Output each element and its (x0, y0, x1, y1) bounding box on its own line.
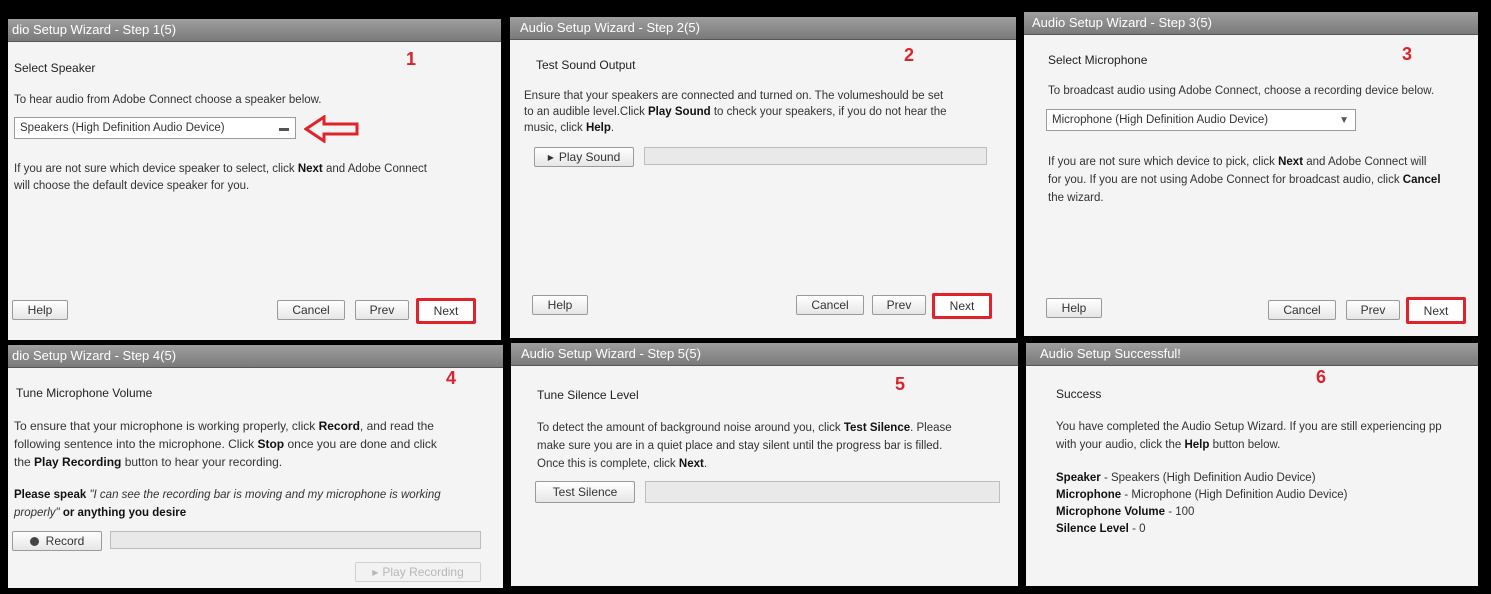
prev-button[interactable]: Prev (1346, 300, 1400, 320)
instruction-text: To broadcast audio using Adobe Connect, … (1048, 85, 1435, 97)
step-number: 5 (895, 374, 906, 394)
microphone-select[interactable]: Microphone (High Definition Audio Device… (1046, 109, 1356, 131)
prev-button[interactable]: Prev (355, 300, 409, 320)
wizard-panel-step1: dio Setup Wizard - Step 1(5) 1 Select Sp… (8, 19, 501, 340)
note-text: If you are not sure which device to pick… (1048, 156, 1441, 204)
test-silence-button[interactable]: Test Silence (535, 481, 635, 503)
speaker-select-value: Speakers (High Definition Audio Device) (20, 122, 225, 134)
next-button[interactable]: Next (416, 298, 476, 324)
silence-progress-bar (645, 481, 1000, 503)
speaker-select[interactable]: Speakers (High Definition Audio Device) … (14, 117, 296, 139)
next-button[interactable]: Next (932, 293, 992, 319)
wizard-panel-step3: Audio Setup Wizard - Step 3(5) 3 Select … (1024, 12, 1478, 336)
step-number: 6 (1316, 367, 1327, 387)
window-title: Audio Setup Wizard - Step 2(5) (510, 17, 1016, 40)
section-heading: Tune Microphone Volume (16, 386, 153, 400)
play-recording-button[interactable]: ▶ Play Recording (355, 562, 481, 582)
sound-progress-bar (644, 147, 987, 165)
chevron-down-icon: ▬ (279, 123, 289, 134)
play-icon: ▶ (547, 152, 554, 162)
chevron-down-icon: ▼ (1339, 115, 1349, 126)
instruction-text: Ensure that your speakers are connected … (524, 90, 947, 134)
prev-button[interactable]: Prev (872, 295, 926, 315)
cancel-button[interactable]: Cancel (1268, 300, 1336, 320)
instruction-text: To detect the amount of background noise… (537, 422, 952, 470)
recording-progress-bar (110, 531, 481, 549)
arrow-left-icon (304, 115, 359, 143)
section-heading: Select Microphone (1048, 53, 1148, 67)
step-number: 1 (406, 49, 417, 69)
instruction-text: To hear audio from Adobe Connect choose … (14, 94, 322, 106)
section-heading: Test Sound Output (536, 58, 636, 72)
wizard-panel-step5: Audio Setup Wizard - Step 5(5) 5 Tune Si… (511, 343, 1018, 586)
help-button[interactable]: Help (532, 295, 588, 315)
help-button[interactable]: Help (1046, 298, 1102, 318)
record-dot-icon (29, 536, 39, 546)
success-text: You have completed the Audio Setup Wizar… (1056, 421, 1442, 451)
window-title: Audio Setup Wizard - Step 5(5) (511, 343, 1018, 366)
microphone-select-value: Microphone (High Definition Audio Device… (1052, 114, 1269, 126)
play-sound-button[interactable]: ▶ Play Sound (534, 147, 634, 167)
speak-prompt-text: Please speak "I can see the recording ba… (14, 489, 441, 519)
record-button[interactable]: Record (12, 531, 102, 551)
section-heading: Tune Silence Level (537, 388, 639, 402)
help-button[interactable]: Help (12, 300, 68, 320)
wizard-panel-success: Audio Setup Successful! 6 Success You ha… (1026, 343, 1478, 586)
window-title: dio Setup Wizard - Step 1(5) (8, 19, 501, 42)
step-number: 4 (446, 368, 457, 388)
cancel-button[interactable]: Cancel (277, 300, 345, 320)
window-title: Audio Setup Wizard - Step 3(5) (1024, 12, 1478, 35)
step-number: 2 (904, 45, 915, 65)
wizard-panel-step4: dio Setup Wizard - Step 4(5) 4 Tune Micr… (8, 345, 503, 588)
window-title: dio Setup Wizard - Step 4(5) (8, 345, 503, 368)
section-heading: Select Speaker (14, 61, 96, 75)
window-title: Audio Setup Successful! (1026, 343, 1478, 366)
cancel-button[interactable]: Cancel (796, 295, 864, 315)
summary-list: Speaker - Speakers (High Definition Audi… (1056, 472, 1348, 535)
instruction-text: To ensure that your microphone is workin… (14, 419, 437, 469)
next-button[interactable]: Next (1406, 297, 1466, 324)
wizard-panel-step2: Audio Setup Wizard - Step 2(5) 2 Test So… (510, 17, 1016, 338)
step-number: 3 (1402, 44, 1413, 64)
note-text: If you are not sure which device speaker… (14, 163, 427, 192)
play-icon: ▶ (372, 567, 379, 577)
section-heading: Success (1056, 387, 1102, 401)
